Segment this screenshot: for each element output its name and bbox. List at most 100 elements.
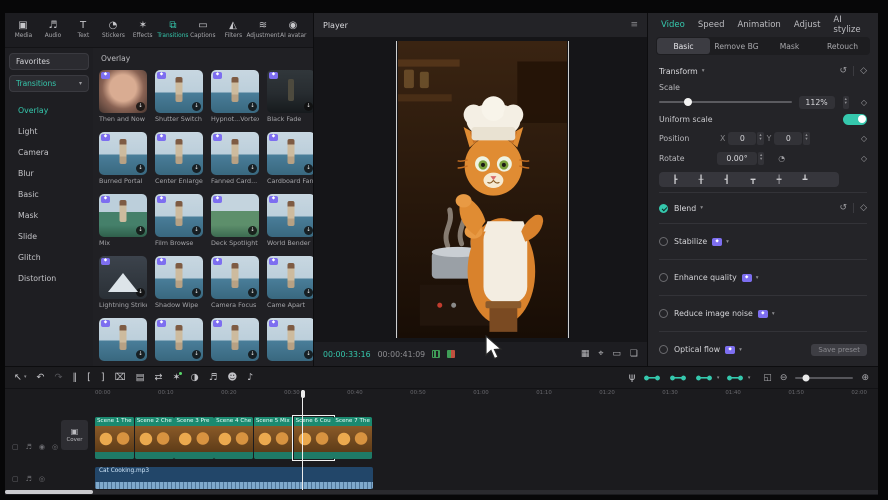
selection-edge-right[interactable] <box>568 41 569 338</box>
preview-stage[interactable] <box>314 37 647 342</box>
timeline-tool-icon[interactable]: ♬ <box>209 373 218 383</box>
transition-thumbnail[interactable]: ◆ ↓ <box>155 256 203 299</box>
download-icon[interactable]: ↓ <box>192 288 201 297</box>
player-bar-icon[interactable]: ▭ <box>612 349 621 359</box>
align-icon[interactable]: ┣ <box>663 175 687 184</box>
keyframe-icon[interactable]: ◇ <box>861 98 867 107</box>
stepper-down-icon[interactable]: ▾ <box>845 102 847 107</box>
transition-thumbnail[interactable]: ◆ ↓ <box>155 132 203 175</box>
transition-card[interactable]: ◆ ↓ <box>211 318 259 363</box>
section-checkbox[interactable] <box>659 309 668 318</box>
scrollbar-thumb[interactable] <box>5 490 93 494</box>
section-checkbox[interactable] <box>659 345 668 354</box>
download-icon[interactable]: ↓ <box>136 164 145 173</box>
inspector-subtab[interactable]: Remove BG <box>710 38 763 54</box>
align-icon[interactable]: ╂ <box>689 175 713 184</box>
transition-thumbnail[interactable]: ◆ ↓ <box>99 256 147 299</box>
timeline-tool-icon[interactable]: [ <box>87 373 91 383</box>
transition-card[interactable]: ◆ ↓ Hypnot...Vortex <box>211 70 259 123</box>
timeline-tool-icon[interactable]: ☻ <box>227 373 237 383</box>
adapt-timeline-icon[interactable]: ◱ <box>763 373 772 383</box>
position-y-value[interactable]: 0 <box>774 132 802 145</box>
download-icon[interactable]: ↓ <box>304 102 313 111</box>
transition-card[interactable]: ◆ ↓ <box>267 318 313 363</box>
category-item[interactable]: Light <box>9 121 89 142</box>
transition-thumbnail[interactable]: ◆ ↓ <box>99 318 147 361</box>
transition-thumbnail[interactable]: ◆ ↓ <box>211 256 259 299</box>
timeline-toggle-icon[interactable] <box>669 373 687 383</box>
inspector-tab[interactable]: AI stylize <box>833 15 865 35</box>
transition-card[interactable]: ◆ ↓ Burned Portal <box>99 132 147 185</box>
transition-card[interactable]: ◆ ↓ Black Fade <box>267 70 313 123</box>
top-toolbar-tab[interactable]: T Text <box>68 21 98 39</box>
timeline-zoom-knob[interactable] <box>802 374 809 381</box>
download-icon[interactable]: ↓ <box>136 102 145 111</box>
transition-card[interactable]: ◆ ↓ Then and Now <box>99 70 147 123</box>
align-icon[interactable]: ┻ <box>793 175 817 184</box>
transition-thumbnail[interactable]: ◆ ↓ <box>211 70 259 113</box>
top-toolbar-tab[interactable]: ◉ AI avatar <box>278 21 308 39</box>
player-bar-icon[interactable]: ⌖ <box>598 349 603 359</box>
timeline-ruler[interactable]: 00:00 00:10 00:20 00:30 00:40 00:50 01:0… <box>95 390 867 396</box>
scale-slider[interactable] <box>659 101 792 103</box>
selection-edge-left[interactable] <box>396 41 397 338</box>
cover-button[interactable]: ▣ Cover <box>61 420 88 450</box>
timeline-tool-icon[interactable]: ⇄ <box>155 373 163 383</box>
video-clip[interactable]: Scene 2 Che <box>135 417 174 459</box>
transition-card[interactable]: ◆ ↓ Center Enlarge <box>155 132 203 185</box>
favorites-button[interactable]: Favorites <box>9 53 89 70</box>
keyframe-icon[interactable]: ◇ <box>860 66 867 76</box>
transition-card[interactable]: ◆ ↓ Fanned Card... <box>211 132 259 185</box>
transition-thumbnail[interactable]: ◆ ↓ <box>99 132 147 175</box>
position-y-stepper[interactable]: ▴ ▾ <box>803 132 809 145</box>
track-lock-icon[interactable]: ▢ <box>12 443 19 451</box>
transition-card[interactable]: ◆ ↓ <box>99 318 147 363</box>
timeline-tool-icon[interactable]: ◑ <box>190 373 198 383</box>
player-bar-icon[interactable]: ❏ <box>630 349 638 359</box>
timeline-toggle-icon[interactable] <box>695 373 713 383</box>
transition-thumbnail[interactable]: ◆ ↓ <box>267 194 313 237</box>
inspector-tab[interactable]: Speed <box>698 20 725 30</box>
timeline-tool-icon[interactable]: ↷ <box>54 373 62 383</box>
blend-section-title[interactable]: Blend <box>674 204 696 213</box>
transition-thumbnail[interactable]: ◆ ↓ <box>267 318 313 361</box>
video-clip[interactable]: Scene 7 The <box>333 417 372 459</box>
stepper-down-icon[interactable]: ▾ <box>760 158 762 163</box>
transition-thumbnail[interactable]: ◆ ↓ <box>211 194 259 237</box>
track-lock-icon[interactable]: ▢ <box>12 475 19 483</box>
inspector-section-row[interactable]: Reduce image noise ◆ ▾ <box>659 301 867 326</box>
player-menu-icon[interactable]: ≡ <box>630 20 638 30</box>
timeline-tool-icon[interactable]: ∥ <box>72 373 77 383</box>
timeline-tool-icon[interactable]: ] <box>101 373 105 383</box>
top-toolbar-tab[interactable]: ▭ Captions <box>188 21 218 39</box>
track-hide-icon[interactable]: ◉ <box>39 443 45 451</box>
category-item[interactable]: Glitch <box>9 247 89 268</box>
transition-card[interactable]: ◆ ↓ Shutter Switch <box>155 70 203 123</box>
horizontal-scrollbar[interactable] <box>5 490 878 494</box>
align-icon[interactable]: ┳ <box>741 175 765 184</box>
rotate-stepper[interactable]: ▴ ▾ <box>758 152 764 165</box>
inspector-tab[interactable]: Adjust <box>794 20 821 30</box>
rotate-dial-icon[interactable]: ◔ <box>778 154 785 163</box>
inspector-subtab[interactable]: Mask <box>763 38 816 54</box>
video-clip[interactable]: Scene 3 Pre <box>174 417 213 459</box>
audio-track[interactable]: Cat Cooking.mp3 <box>95 467 373 489</box>
timeline-toggle-icon[interactable] <box>643 373 661 383</box>
download-icon[interactable]: ↓ <box>304 226 313 235</box>
voiceover-mic-icon[interactable]: ψ <box>629 372 636 383</box>
transition-card[interactable]: ◆ ↓ Deck Spotlight <box>211 194 259 247</box>
download-icon[interactable]: ↓ <box>248 226 257 235</box>
keyframe-icon[interactable]: ◇ <box>860 203 867 213</box>
main-track-icon[interactable]: ◎ <box>52 443 58 451</box>
transitions-dropdown[interactable]: Transitions ▾ <box>9 75 89 92</box>
timeline-tool-icon[interactable]: ✶ <box>173 373 181 383</box>
download-icon[interactable]: ↓ <box>192 102 201 111</box>
timeline-tool-icon[interactable]: ▤ <box>136 373 145 383</box>
inspector-section-row[interactable]: Enhance quality ◆ ▾ <box>659 265 867 290</box>
position-x-value[interactable]: 0 <box>728 132 756 145</box>
preview-range-icon[interactable] <box>432 350 440 358</box>
inspector-subtab[interactable]: Retouch <box>816 38 869 54</box>
inspector-tab[interactable]: Animation <box>737 20 780 30</box>
timeline-tool-icon[interactable]: ↖ <box>14 373 26 383</box>
transition-thumbnail[interactable]: ◆ ↓ <box>99 70 147 113</box>
